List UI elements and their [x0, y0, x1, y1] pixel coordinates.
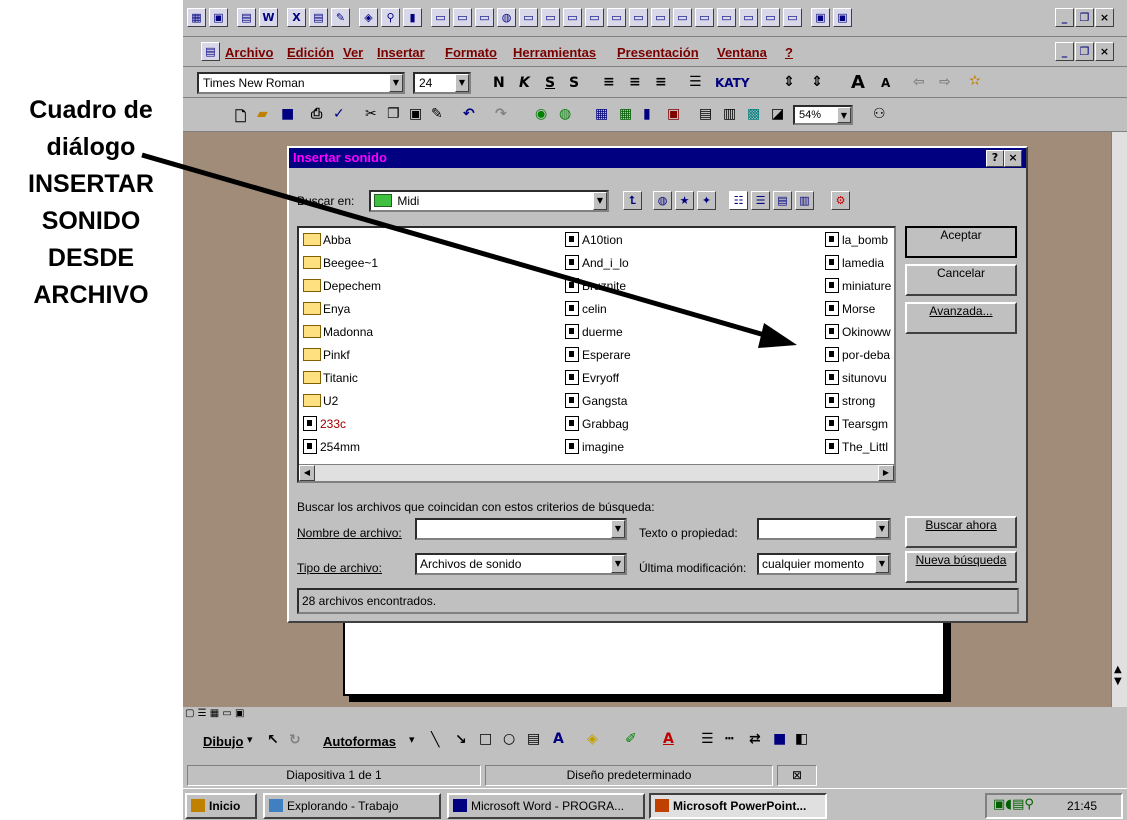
arrow-head	[758, 323, 797, 348]
arrow-shaft	[141, 152, 769, 339]
annotation-arrow	[141, 152, 797, 348]
